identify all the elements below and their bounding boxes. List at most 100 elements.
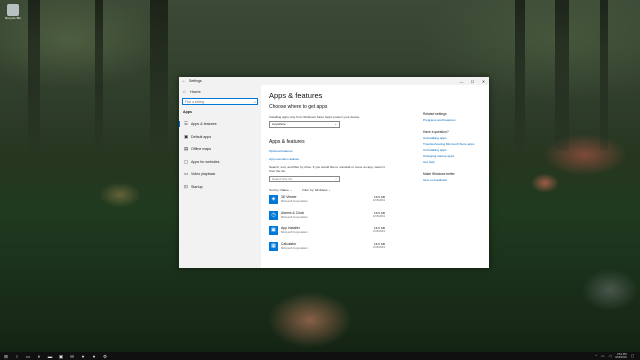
app-date: 3/15/2019 [373,230,385,234]
sidebar-item-label: Apps & features [191,122,217,127]
help-link[interactable]: Uninstalling apps [423,136,485,140]
sidebar-home-label: Home [190,89,201,94]
app-icon[interactable]: ● [80,354,86,359]
app-publisher: Microsoft Corporation [281,245,308,250]
close-button[interactable]: ✕ [478,79,489,84]
apps-features-heading: Apps & features [269,138,305,145]
tree-trunk [28,0,40,150]
tree-trunk [95,0,103,150]
map-icon: ▤ [184,146,189,152]
clock[interactable]: 3:51 PM 3/16/2019 [615,353,627,359]
get-help-link[interactable]: Get help [423,160,485,164]
search-icon[interactable]: ○ [14,354,20,359]
app-execution-aliases-link[interactable]: App execution aliases [269,157,419,161]
app-date: 3/15/2019 [373,199,385,203]
sidebar-section-label: Apps [183,110,192,114]
sidebar-item-startup[interactable]: ⊡ Startup [182,181,258,194]
app-publisher: Microsoft Corporation [281,199,308,204]
list-icon: ☰ [184,121,189,127]
optional-features-link[interactable]: Optional features [269,149,419,153]
main-content: Apps & features Choose where to get apps… [261,85,489,268]
app-list-item[interactable]: ▣ App Installer Microsoft Corporation 16… [269,226,385,238]
app-source-dropdown[interactable]: Anywhere ⌄ [269,121,340,128]
filter-value: All drives [314,188,328,192]
settings-search-input[interactable]: Find a setting ⌕ [182,98,258,105]
settings-window: ← Settings — ☐ ✕ ⌂ Home Find a setting ⌕… [179,77,489,268]
filter-label: Filter by: [302,188,315,192]
clock-date: 3/16/2019 [615,356,627,359]
system-tray: ^ ▭ ◁ 3:51 PM 3/16/2019 ▢ [595,353,640,359]
feedback-link[interactable]: Give us feedback [423,178,485,182]
package-icon: ▣ [269,226,278,236]
app-date: 3/15/2019 [373,245,385,249]
minimize-button[interactable]: — [456,79,467,84]
chevron-down-icon: ⌄ [328,188,331,192]
title-bar: ← Settings — ☐ ✕ [179,77,489,85]
recycle-bin-icon [7,4,19,16]
feedback-heading: Make Windows better [423,172,455,176]
sort-dropdown[interactable]: Sort by: Name ⌄ [269,188,292,192]
search-description: Search, sort, and filter by drive. If yo… [269,164,385,173]
start-icon[interactable]: ⊞ [3,354,9,359]
help-link[interactable]: Changing startup apps [423,154,485,158]
window-title: Settings [189,79,202,83]
sidebar-item-offline-maps[interactable]: ▤ Offline maps [182,143,258,156]
chevron-up-icon[interactable]: ^ [595,354,597,358]
sort-filter-row: Sort by: Name ⌄ Filter by: All drives ⌄ [269,188,419,192]
sidebar-item-apps-for-websites[interactable]: ▢ Apps for websites [182,156,258,169]
sidebar-item-apps-features[interactable]: ☰ Apps & features [179,118,258,131]
filter-dropdown[interactable]: Filter by: All drives ⌄ [302,188,331,192]
sidebar-item-video-playback[interactable]: ▭ Video playback [182,168,258,181]
sidebar-item-label: Offline maps [191,147,212,152]
store-icon[interactable]: ▣ [58,354,64,359]
video-icon: ▭ [184,171,189,177]
app-publisher: Microsoft Corporation [281,230,308,235]
back-arrow-icon[interactable]: ← [179,78,189,84]
app-list-search-input[interactable]: Search this list ⌕ [269,175,340,182]
task-view-icon[interactable]: ▭ [25,354,31,359]
tree-trunk [150,0,168,150]
related-settings-heading: Related settings [423,112,447,116]
question-heading: Have a question? [423,130,449,134]
help-link[interactable]: Troubleshooting Microsoft Store apps [423,142,485,146]
app-list-item[interactable]: ◷ Alarms & Clock Microsoft Corporation 1… [269,210,385,223]
sidebar-item-label: Default apps [191,134,212,139]
volume-icon[interactable]: ◁ [608,354,611,358]
app-icon[interactable]: ● [91,354,97,359]
calculator-icon: ▦ [269,241,278,251]
page-title: Apps & features [269,91,323,100]
app-publisher: Microsoft Corporation [281,214,308,219]
network-icon[interactable]: ▭ [601,354,604,358]
sidebar-item-label: Startup [191,184,203,189]
tree-trunk [600,0,608,150]
web-icon: ▢ [184,158,189,164]
chevron-down-icon: ⌄ [289,188,293,192]
edge-icon[interactable]: e [36,354,42,359]
programs-features-link[interactable]: Programs and Features [423,118,485,122]
search-icon: ⌕ [254,99,256,104]
startup-icon: ⊡ [184,183,188,189]
search-icon: ⌕ [335,176,337,181]
taskbar: ⊞ ○ ▭ e ▬ ▣ ✉ ● ● ⚙ ^ ▭ ◁ 3:51 PM 3/16/2… [0,352,640,360]
sidebar-home[interactable]: ⌂ Home [182,87,258,96]
sidebar-item-default-apps[interactable]: ▣ Default apps [182,131,258,144]
choose-description: Installing apps only from Windows Store … [269,115,361,119]
mail-icon[interactable]: ✉ [69,354,75,359]
related-panel: Related settings Programs and Features H… [423,107,485,184]
sort-value: Name [280,188,289,192]
app-list-item[interactable]: ▦ Calculator Microsoft Corporation 16.0 … [269,241,385,254]
maximize-button[interactable]: ☐ [467,79,478,84]
home-icon: ⌂ [183,89,186,94]
desktop-icon-recycle-bin[interactable]: Recycle Bin [4,4,22,26]
clock-icon: ◷ [269,210,278,220]
help-link[interactable]: Uninstalling apps [423,148,485,152]
app-list-search-placeholder: Search this list [272,176,293,181]
chevron-down-icon: ⌄ [334,122,337,127]
app-list-item[interactable]: ◈ 3D Viewer Microsoft Corporation 16.0 K… [269,195,385,207]
sidebar: ⌂ Home Find a setting ⌕ Apps ☰ Apps & fe… [179,85,261,268]
3d-viewer-icon: ◈ [269,195,278,205]
choose-heading: Choose where to get apps [269,104,328,110]
gear-icon[interactable]: ⚙ [102,354,108,359]
notification-icon[interactable]: ▢ [631,354,634,358]
folder-icon[interactable]: ▬ [47,354,53,359]
